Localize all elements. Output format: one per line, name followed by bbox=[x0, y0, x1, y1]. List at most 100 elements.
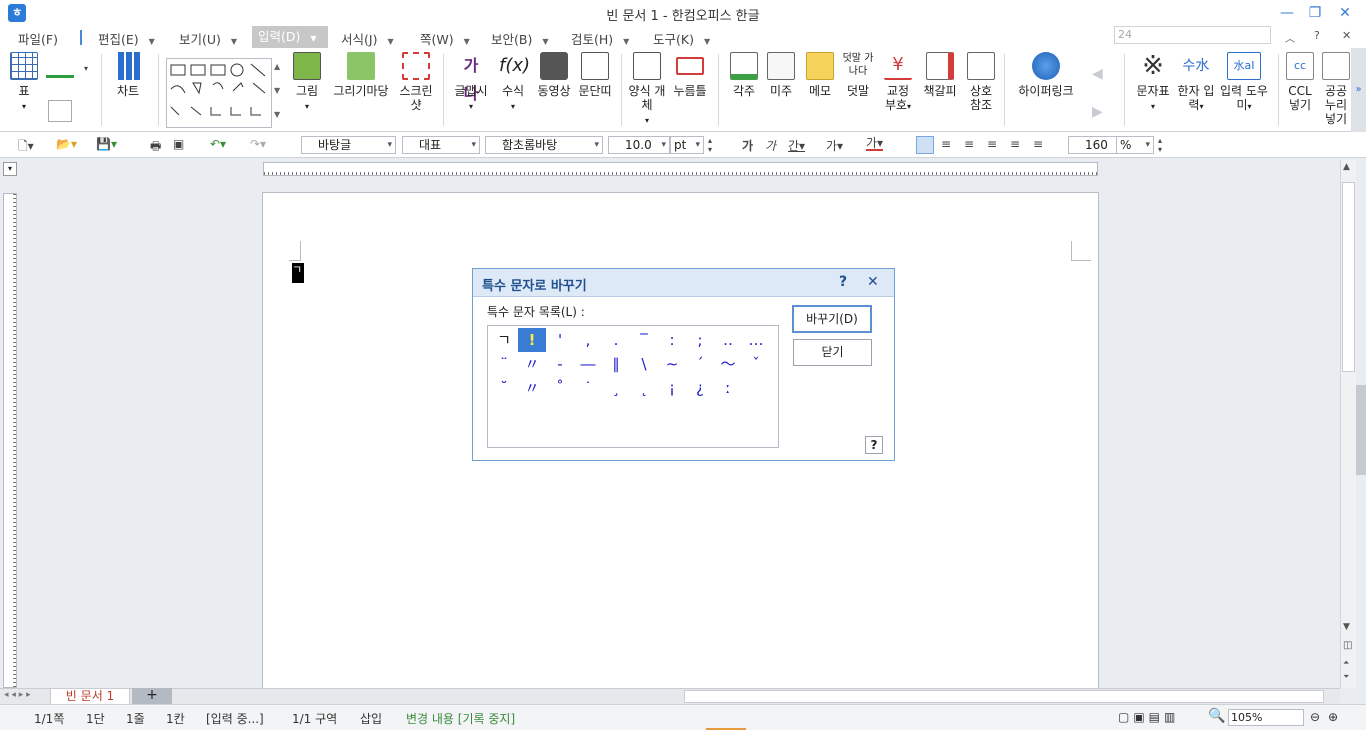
button-field-button[interactable]: 누름틀 bbox=[670, 52, 710, 98]
restore-button[interactable]: ❐ bbox=[1304, 3, 1326, 23]
open-folder-icon[interactable]: 📂▾ bbox=[56, 137, 77, 151]
gallery-more-icon[interactable]: ▼ bbox=[274, 110, 280, 119]
char-cell[interactable]: ∼ bbox=[658, 352, 686, 376]
status-insert[interactable]: 삽입 bbox=[360, 710, 382, 727]
char-list[interactable]: ㄱ! ',. ‾:; ‥… ¨ 〃 - ― ∥ \ ∼ ´ ～ ˇ ˘ 〃 ˚ ˙ ¸ ˛ ¡ ¿ ː bbox=[487, 325, 779, 448]
char-cell[interactable]: ‥ bbox=[714, 328, 742, 352]
vertical-scrollbar[interactable]: ▲ ▼ ◫ ⏶ ⏷ bbox=[1340, 160, 1356, 688]
input-helper-button[interactable]: 水aI 입력 도우미▾ bbox=[1220, 52, 1268, 114]
char-cell[interactable]: ! bbox=[518, 328, 546, 352]
char-cell[interactable]: ∥ bbox=[602, 352, 630, 376]
horizontal-scroll-thumb[interactable] bbox=[684, 690, 1324, 703]
view-mode-icons[interactable]: ▢▣▤▥ bbox=[1118, 710, 1179, 724]
font-unit-select[interactable]: pt bbox=[670, 136, 704, 154]
menu-tools[interactable]: 도구(K) ▼ bbox=[653, 29, 710, 48]
dialog-close-icon[interactable]: ✕ bbox=[867, 274, 879, 290]
ruler-toggle-icon[interactable]: ▾ bbox=[3, 162, 17, 176]
screenshot-button[interactable]: 스크린샷 bbox=[396, 52, 436, 112]
vertical-ruler[interactable] bbox=[3, 193, 17, 688]
quick-search-field[interactable]: 24 bbox=[1114, 26, 1271, 44]
dialog-help-icon[interactable]: ? bbox=[839, 274, 847, 290]
menu-input[interactable]: 입력(D) ▼ bbox=[252, 26, 328, 48]
shapes-gallery[interactable] bbox=[166, 58, 272, 128]
char-cell[interactable]: ˙ bbox=[574, 376, 602, 400]
print-icon[interactable]: 🖶 bbox=[150, 137, 161, 158]
zoom-in-icon[interactable]: ⊕ bbox=[1328, 710, 1338, 724]
status-track-changes[interactable]: 변경 내용 [기록 중지] bbox=[406, 710, 515, 727]
table-button[interactable]: 표 ▾ bbox=[6, 52, 42, 114]
style-select[interactable]: 바탕글 bbox=[301, 136, 396, 154]
bookmark-button[interactable]: 책갈피 bbox=[920, 52, 960, 98]
next-arrow-icon[interactable]: ▶ bbox=[1092, 104, 1103, 120]
column-button[interactable]: 문단띠 bbox=[578, 52, 612, 98]
picture-button[interactable]: 그림 ▾ bbox=[290, 52, 324, 114]
char-cell[interactable]: ˘ bbox=[490, 376, 518, 400]
char-cell[interactable]: ˇ bbox=[742, 352, 770, 376]
strike-button[interactable]: 가▾ bbox=[826, 137, 843, 154]
char-map-button[interactable]: ※ 문자표 ▾ bbox=[1132, 52, 1174, 114]
menu-file[interactable]: 파일(F) bbox=[18, 29, 58, 48]
side-panel-toggle[interactable] bbox=[1356, 385, 1366, 475]
doc-close-icon[interactable]: ✕ bbox=[1342, 29, 1351, 42]
drawing-mart-button[interactable]: 그리기마당 bbox=[330, 52, 392, 98]
dialog-help-button[interactable]: ? bbox=[865, 436, 883, 454]
align-center-icon[interactable]: ≡ bbox=[964, 137, 974, 151]
hanja-input-button[interactable]: 수水 한자 입력▾ bbox=[1176, 52, 1216, 114]
public-license-button[interactable]: 공공누리 넣기 bbox=[1322, 52, 1350, 132]
formula-button[interactable]: f(x) 수식 ▾ bbox=[496, 52, 530, 114]
table-edit-dropdown-icon[interactable]: ▾ bbox=[84, 64, 88, 73]
add-tab-button[interactable]: + bbox=[132, 688, 172, 705]
replace-button[interactable]: 바꾸기(D) bbox=[792, 305, 872, 333]
char-cell[interactable]: … bbox=[742, 328, 770, 352]
char-cell[interactable]: ㄱ bbox=[490, 328, 518, 352]
align-distribute-icon[interactable]: ≡ bbox=[1010, 137, 1020, 151]
underline-button[interactable]: 간▾ bbox=[788, 137, 805, 154]
vertical-scroll-thumb[interactable] bbox=[1342, 182, 1355, 372]
align-divide-icon[interactable]: ≡ bbox=[1033, 137, 1043, 151]
help-icon[interactable]: ? bbox=[1314, 29, 1320, 42]
char-cell[interactable]: ¿ bbox=[686, 376, 714, 400]
language-select[interactable]: 대표 bbox=[402, 136, 480, 154]
bold-button[interactable]: 가 bbox=[742, 137, 753, 154]
memo-button[interactable]: 메모 bbox=[802, 52, 838, 98]
proofread-button[interactable]: ¥ 교정 부호▾ bbox=[880, 52, 916, 114]
ribbon-scroll-right-icon[interactable]: » bbox=[1351, 48, 1366, 132]
char-cell[interactable]: ¨ bbox=[490, 352, 518, 376]
glyph-art-button[interactable]: 가나 글맵시 ▾ bbox=[450, 52, 492, 114]
redo-icon[interactable]: ↷▾ bbox=[250, 137, 266, 151]
char-cell[interactable]: : bbox=[658, 328, 686, 352]
char-cell[interactable]: ´ bbox=[686, 352, 714, 376]
font-color-button[interactable]: 가▾ bbox=[866, 137, 884, 151]
zoom-icon[interactable]: 🔍 bbox=[1208, 708, 1225, 724]
char-cell[interactable]: ¡ bbox=[658, 376, 686, 400]
char-cell[interactable]: \ bbox=[630, 352, 658, 376]
menu-edit[interactable]: 편집(E) ▼ bbox=[98, 29, 155, 48]
char-cell[interactable]: ‾ bbox=[630, 328, 658, 352]
hyperlink-button[interactable]: 하이퍼링크 bbox=[1012, 52, 1080, 98]
preview-icon[interactable]: ▣ bbox=[173, 137, 184, 151]
table-edit-icon[interactable] bbox=[46, 56, 74, 78]
spacing-spin-icon[interactable]: ▴ ▾ bbox=[1158, 136, 1162, 154]
document-tab[interactable]: 빈 문서 1 bbox=[50, 688, 130, 705]
minimize-button[interactable]: — bbox=[1276, 3, 1298, 23]
menu-security[interactable]: 보안(B) ▼ bbox=[491, 29, 549, 48]
char-cell[interactable]: . bbox=[602, 328, 630, 352]
scroll-down-icon[interactable]: ▼ bbox=[1343, 622, 1350, 632]
char-cell[interactable]: 〃 bbox=[518, 376, 546, 400]
char-cell[interactable]: ¸ bbox=[602, 376, 630, 400]
ribbon-collapse-icon[interactable]: ︿ bbox=[1285, 30, 1295, 45]
cross-reference-button[interactable]: 상호 참조 bbox=[964, 52, 998, 112]
footnote-button[interactable]: 각주 bbox=[728, 52, 760, 98]
menu-page[interactable]: 쪽(W) ▼ bbox=[420, 29, 470, 48]
char-cell[interactable]: , bbox=[574, 328, 602, 352]
line-spacing-unit[interactable]: % bbox=[1116, 136, 1154, 154]
char-cell[interactable]: ˚ bbox=[546, 376, 574, 400]
close-dialog-button[interactable]: 닫기 bbox=[793, 339, 872, 366]
form-object-button[interactable]: 양식 개체 ▾ bbox=[628, 52, 666, 128]
char-cell[interactable]: ～ bbox=[714, 352, 742, 376]
size-spin-icon[interactable]: ▴ ▾ bbox=[708, 136, 712, 154]
align-left-icon[interactable]: ≡ bbox=[941, 137, 951, 151]
char-cell[interactable]: ː bbox=[714, 376, 742, 400]
page-select-icon[interactable]: ◫ bbox=[1343, 640, 1352, 651]
video-button[interactable]: 동영상 bbox=[534, 52, 574, 98]
